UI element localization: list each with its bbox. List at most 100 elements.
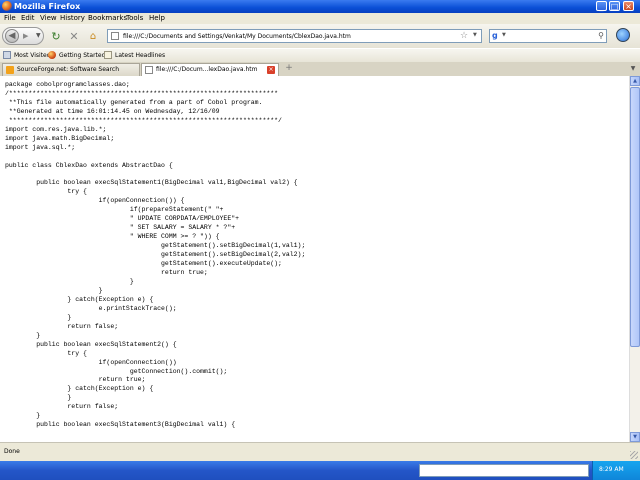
code-line: getStatement().executeUpdate(); — [5, 260, 282, 268]
list-all-tabs-icon[interactable]: ▼ — [628, 63, 638, 75]
code-line: getStatement().setBigDecimal(1,val1); — [5, 242, 306, 250]
stop-icon[interactable]: ✕ — [68, 29, 80, 43]
code-line: if(prepareStatement(" "+ — [5, 206, 224, 214]
home-icon[interactable]: ⌂ — [87, 29, 99, 43]
menu-file[interactable]: File — [4, 14, 16, 23]
code-line: import java.sql.*; — [5, 143, 76, 151]
bookmarks-toolbar: Most Visited Getting Started Latest Head… — [0, 48, 640, 62]
code-line: public boolean execSqlStatement3(BigDeci… — [5, 421, 236, 429]
tab-strip: SourceForge.net: Software Search file://… — [0, 62, 640, 77]
minimize-icon[interactable]: _ — [596, 1, 607, 11]
bookmark-getting-started[interactable]: Getting Started — [48, 50, 105, 60]
code-line: import java.math.BigDecimal; — [5, 134, 115, 142]
code-line: try { — [5, 188, 87, 196]
code-line: } — [5, 313, 72, 321]
code-line: e.printStackTrace(); — [5, 304, 177, 312]
addon-globe-icon[interactable] — [616, 28, 630, 42]
navigation-toolbar: ◀ ▶ ▼ ↻ ✕ ⌂ file:///C:/Documents and Set… — [0, 24, 640, 48]
code-line: **Generated at time 16:01:14.45 on Wedne… — [5, 107, 220, 115]
menu-help[interactable]: Help — [149, 14, 165, 23]
code-line: " UPDATE CORPDATA/EMPLOYEE"+ — [5, 215, 240, 223]
rss-feed-icon — [104, 51, 112, 59]
back-button[interactable]: ◀ — [5, 29, 19, 43]
page-favicon-icon — [111, 32, 119, 40]
history-dropdown-icon[interactable]: ▼ — [36, 32, 41, 39]
code-line: **This file automatically generated from… — [5, 98, 263, 106]
bookmark-label: Most Visited — [14, 51, 51, 59]
sourceforge-favicon-icon — [6, 66, 14, 74]
code-line: getConnection().commit(); — [5, 367, 228, 375]
code-line: " SET SALARY = SALARY * ?"+ — [5, 224, 236, 232]
back-forward-group: ◀ ▶ ▼ — [2, 27, 44, 45]
new-tab-button[interactable]: + — [282, 62, 296, 75]
code-line: public boolean execSqlStatement1(BigDeci… — [5, 179, 298, 187]
vertical-scrollbar[interactable]: ▲ ▼ — [629, 76, 640, 442]
menu-history[interactable]: History — [60, 14, 85, 23]
forward-button[interactable]: ▶ — [23, 32, 28, 40]
source-code: package cobolprogramclasses.dao; /******… — [5, 81, 305, 430]
code-line: } catch(Exception e) { — [5, 385, 154, 393]
close-icon[interactable]: × — [623, 1, 634, 11]
menu-edit[interactable]: Edit — [21, 14, 35, 23]
code-line: } — [5, 331, 41, 339]
code-line: return true; — [5, 269, 208, 277]
tab-label: SourceForge.net: Software Search — [17, 66, 120, 73]
window-title-bar[interactable]: Mozilla Firefox _ □ × — [0, 0, 640, 13]
code-line: try { — [5, 349, 87, 357]
search-box[interactable]: g ▼ ⚲ — [489, 29, 607, 43]
url-text[interactable]: file:///C:/Documents and Settings/Venkat… — [123, 31, 351, 42]
most-visited-icon — [3, 51, 11, 59]
menu-view[interactable]: View — [40, 14, 57, 23]
bookmark-most-visited[interactable]: Most Visited — [3, 50, 51, 60]
reload-icon[interactable]: ↻ — [50, 29, 62, 43]
code-line: } catch(Exception e) { — [5, 295, 154, 303]
windows-taskbar: 8:29 AM — [0, 461, 640, 480]
google-search-engine-icon[interactable]: g — [492, 31, 501, 41]
status-text: Done — [4, 448, 20, 455]
code-line: if(openConnection()) { — [5, 197, 185, 205]
tab-label: file:///C:/Docum...lexDao.java.htm — [156, 66, 258, 73]
code-line: } — [5, 394, 72, 402]
bookmark-label: Latest Headlines — [115, 51, 166, 59]
code-line: package cobolprogramclasses.dao; — [5, 81, 130, 88]
url-dropdown-icon[interactable]: ▼ — [473, 32, 477, 38]
close-tab-icon[interactable]: × — [267, 66, 275, 74]
code-line: getStatement().setBigDecimal(2,val2); — [5, 251, 306, 259]
code-line: /***************************************… — [5, 89, 279, 97]
code-line: import com.res.java.lib.*; — [5, 125, 107, 133]
maximize-icon[interactable]: □ — [609, 1, 620, 11]
code-line: if(openConnection()) — [5, 358, 177, 366]
search-icon[interactable]: ⚲ — [598, 31, 604, 41]
firefox-bookmark-icon — [48, 51, 56, 59]
tab-sourceforge[interactable]: SourceForge.net: Software Search — [2, 63, 140, 76]
taskbar-input[interactable] — [419, 464, 589, 477]
code-line: return false; — [5, 403, 119, 411]
code-line: ****************************************… — [5, 116, 282, 124]
bookmark-latest-headlines[interactable]: Latest Headlines — [104, 50, 165, 60]
firefox-icon — [2, 1, 12, 11]
scroll-thumb[interactable] — [630, 87, 640, 347]
system-tray: 8:29 AM — [592, 461, 640, 480]
code-line: return true; — [5, 376, 146, 384]
bookmark-star-icon[interactable]: ☆ — [460, 30, 468, 42]
scroll-up-icon[interactable]: ▲ — [630, 76, 640, 86]
url-bar[interactable]: file:///C:/Documents and Settings/Venkat… — [107, 29, 482, 43]
search-engine-dropdown-icon[interactable]: ▼ — [502, 32, 506, 38]
window-title: Mozilla Firefox — [14, 2, 81, 11]
bookmark-label: Getting Started — [59, 51, 106, 59]
page-favicon-icon — [145, 66, 153, 74]
page-content[interactable]: package cobolprogramclasses.dao; /******… — [0, 76, 629, 442]
code-line: return false; — [5, 322, 119, 330]
code-line: " WHERE COMM >= ? ")) { — [5, 233, 220, 241]
scroll-down-icon[interactable]: ▼ — [630, 432, 640, 442]
tab-cblexdao[interactable]: file:///C:/Docum...lexDao.java.htm × — [141, 63, 279, 77]
menu-bookmarks[interactable]: Bookmarks — [88, 14, 127, 23]
menu-tools[interactable]: Tools — [126, 14, 143, 23]
resize-grip-icon[interactable] — [630, 451, 638, 459]
taskbar-clock: 8:29 AM — [599, 466, 624, 473]
status-bar: Done — [0, 442, 640, 461]
code-line: public boolean execSqlStatement2() { — [5, 340, 177, 348]
code-line: } — [5, 277, 134, 285]
code-line: } — [5, 412, 41, 420]
menu-bar: File Edit View History Bookmarks Tools H… — [0, 13, 640, 24]
